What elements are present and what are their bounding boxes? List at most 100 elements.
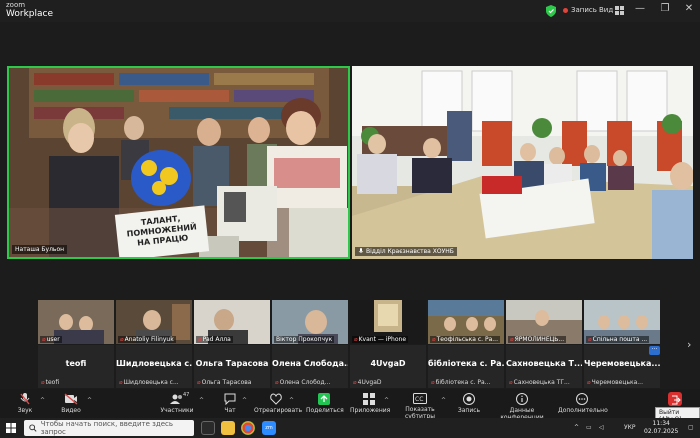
tile-label-text: Сахновецька ТГ...: [513, 379, 570, 386]
audio-options-caret-icon[interactable]: ^: [40, 397, 45, 404]
name-only-tile[interactable]: Шидловецька с... ⌀ Шидловецька с...: [116, 345, 192, 388]
chat-bubble-icon: [224, 393, 236, 405]
notifications-icon[interactable]: ▢: [688, 424, 694, 431]
audio-button[interactable]: Звук: [12, 389, 38, 414]
react-options-caret-icon[interactable]: ^: [289, 397, 294, 404]
svg-text:CC: CC: [415, 396, 423, 403]
mic-muted-icon: ⌀: [431, 379, 435, 386]
share-label: Поделиться: [306, 407, 344, 414]
tray-chevron-icon[interactable]: ^: [574, 424, 579, 431]
talent-poster: ТАЛАНТ, ПОМНОЖЕНИЙ НА ПРАЦЮ: [114, 205, 210, 257]
thumbnail-video[interactable]: ⌀ user: [38, 300, 114, 344]
video-tile-regional-studies[interactable]: Відділ Краєзнавства ХОУНБ: [352, 66, 693, 259]
tile-more-options-button[interactable]: ···: [649, 346, 660, 355]
leave-button[interactable]: [668, 392, 682, 406]
recording-label: Запись: [571, 6, 597, 14]
view-label: Вид: [599, 6, 614, 14]
name-only-tile[interactable]: Олена Слобода... ⌀ Олена Слобод...: [272, 345, 348, 388]
clock-time: 11:34: [652, 420, 670, 427]
recording-indicator[interactable]: Запись: [563, 6, 597, 14]
tile-label: ⌀ бібліотека с. Ра...: [431, 379, 490, 386]
video-off-icon: [64, 393, 78, 405]
name-only-tile[interactable]: 4UvgaD ⌀ 4UvgaD: [350, 345, 426, 388]
mic-muted-icon: ⌀: [510, 336, 514, 343]
thumbnail-name: Теофільська с. Ра...: [436, 336, 498, 343]
video-button[interactable]: Видео: [58, 389, 84, 414]
tile-display-name: Ольга Тарасова: [195, 359, 269, 368]
zoom-app-icon[interactable]: zm: [262, 421, 276, 435]
next-page-arrow-icon[interactable]: ›: [687, 338, 691, 351]
mic-muted-icon: ⌀: [42, 336, 46, 343]
search-placeholder: Чтобы начать поиск, введите здесь запрос: [40, 420, 173, 436]
maximize-button[interactable]: ❐: [657, 3, 673, 14]
meeting-toolbar: Звук ^ Видео ^ Участники 47 ^ Чат ^ Отре…: [0, 389, 700, 421]
thumbnail-video[interactable]: ⌀ Pad Алла: [194, 300, 270, 344]
name-only-tile[interactable]: Ольга Тарасова ⌀ Ольга Тарасова: [194, 345, 270, 388]
chat-button[interactable]: Чат: [220, 389, 240, 414]
conference-info-button[interactable]: Данные конференции: [490, 389, 554, 421]
tile-display-name: Шидловецька с...: [116, 359, 192, 368]
thumbnail-video[interactable]: ⌀ Спільна пошта ...: [584, 300, 660, 344]
tile-label-text: Ольга Тарасова: [201, 379, 252, 386]
more-button[interactable]: Дополнительно: [558, 389, 608, 414]
audio-label: Звук: [17, 407, 33, 414]
name-only-tile[interactable]: Сахновецька Т... ⌀ Сахновецька ТГ...: [506, 345, 582, 388]
windows-start-icon[interactable]: [6, 423, 16, 433]
minimize-button[interactable]: —: [632, 3, 648, 14]
tile-label-text: Черемовецька...: [591, 379, 643, 386]
video-options-caret-icon[interactable]: ^: [87, 397, 92, 404]
thumbnail-video[interactable]: ⌀ Теофільська с. Ра...: [428, 300, 504, 344]
chrome-icon[interactable]: [241, 421, 255, 435]
apps-options-caret-icon[interactable]: ^: [384, 397, 389, 404]
mic-icon: [358, 248, 364, 253]
chat-options-caret-icon[interactable]: ^: [242, 397, 247, 404]
captions-options-caret-icon[interactable]: ^: [441, 397, 446, 404]
volume-icon[interactable]: ◁: [599, 424, 604, 431]
participants-options-caret-icon[interactable]: ^: [199, 397, 204, 404]
participant-name: Наташа Бульон: [15, 246, 65, 253]
gallery-grid-icon[interactable]: [615, 6, 624, 15]
tile-display-name: Сахновецька Т...: [506, 359, 582, 368]
tile-label: ⌀ Шидловецька с...: [119, 379, 179, 386]
captions-button[interactable]: CC Показать субтитры: [392, 389, 448, 420]
video-tile-active-speaker[interactable]: ТАЛАНТ, ПОМНОЖЕНИЙ НА ПРАЦЮ Наташа Бульо…: [7, 66, 350, 259]
chat-label: Чат: [224, 407, 236, 414]
taskbar-search-box[interactable]: Чтобы начать поиск, введите здесь запрос: [24, 420, 194, 436]
record-button[interactable]: Запись: [456, 389, 482, 414]
zoom-workplace-logo: zoom Workplace: [6, 1, 53, 19]
view-button[interactable]: Вид: [599, 6, 613, 14]
mic-muted-icon: ⌀: [41, 379, 45, 386]
tile-display-name: Олена Слобода...: [272, 359, 348, 368]
participant-name-tag: Наташа Бульон: [12, 245, 68, 254]
task-view-icon[interactable]: [201, 421, 215, 435]
encryption-shield-icon[interactable]: [546, 5, 556, 17]
thumbnail-video[interactable]: ⌀ ЯРМОЛИНЕЦЬ...: [506, 300, 582, 344]
thumbnail-label: ⌀ Anatoliy Filinyuk: [118, 336, 176, 343]
more-dots-icon: [576, 393, 588, 405]
leave-door-icon: [672, 395, 681, 405]
name-only-tile[interactable]: бібліотека с. Ра... ⌀ бібліотека с. Ра...: [428, 345, 504, 388]
mic-muted-icon: ⌀: [353, 379, 357, 386]
file-explorer-icon[interactable]: [221, 421, 235, 435]
taskbar-clock[interactable]: 11:34 02.07.2025: [644, 420, 678, 436]
share-button[interactable]: Поделиться: [306, 389, 344, 414]
thumbnail-video[interactable]: Віктор Прокопчук: [272, 300, 348, 344]
clock-date: 02.07.2025: [644, 428, 679, 435]
tile-display-name: бібліотека с. Ра...: [428, 359, 504, 368]
windows-taskbar: Чтобы начать поиск, введите здесь запрос…: [0, 418, 700, 438]
tile-label-text: Олена Слобод...: [279, 379, 331, 386]
tile-display-name: Черемовецька...: [584, 359, 660, 368]
mic-muted-icon: ⌀: [275, 379, 279, 386]
more-label: Дополнительно: [558, 407, 608, 414]
thumbnail-video[interactable]: ⌀ Kvant — iPhone: [350, 300, 426, 344]
apps-button[interactable]: Приложения: [350, 389, 391, 414]
thumbnail-video[interactable]: ⌀ Anatoliy Filinyuk: [116, 300, 192, 344]
reading-hall-video: [352, 66, 693, 259]
name-only-tile[interactable]: teofi ⌀ teofi: [38, 345, 114, 388]
network-icon[interactable]: ▭: [586, 424, 592, 431]
apps-label: Приложения: [350, 407, 391, 414]
language-indicator[interactable]: УКР: [624, 424, 636, 431]
close-window-button[interactable]: ✕: [681, 3, 697, 14]
tile-label: ⌀ Ольга Тарасова: [197, 379, 251, 386]
mic-muted-icon: ⌀: [588, 336, 592, 343]
